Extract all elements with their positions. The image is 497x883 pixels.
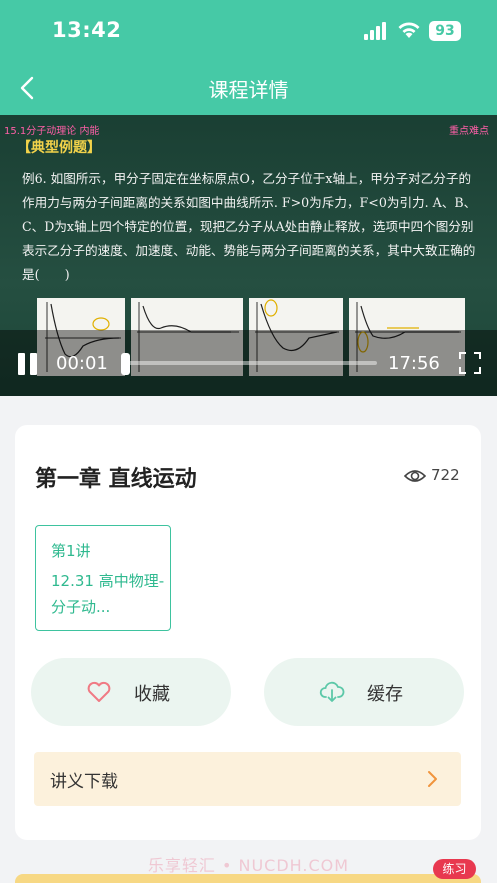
watermark-text: 乐享轻汇 • NUCDH.COM (147, 856, 350, 875)
chapter-title: 第一章 直线运动 (35, 467, 197, 492)
chevron-right-icon (428, 771, 437, 787)
fullscreen-icon[interactable] (458, 351, 482, 375)
heart-icon (87, 681, 111, 702)
nav-bar: 课程详情 (0, 62, 497, 115)
lesson-number: 第1讲 (51, 542, 91, 560)
video-progress-knob[interactable] (121, 353, 130, 375)
eye-icon (404, 470, 426, 482)
header-bar: 13:42 93 课程详情 (0, 0, 497, 115)
wifi-icon (398, 22, 420, 38)
handout-download-label: 讲义下载 (50, 772, 118, 792)
cellular-signal-icon (364, 22, 390, 40)
pause-icon[interactable] (17, 353, 39, 375)
video-total-time: 17:56 (388, 353, 440, 374)
page-title: 课程详情 (208, 78, 289, 102)
favorite-button[interactable]: 收藏 (31, 658, 231, 726)
video-player[interactable]: 15.1分子动理论 内能 重点难点 【典型例题】 例6. 如图所示，甲分子固定在… (0, 115, 497, 396)
practice-badge[interactable]: 练习 (433, 859, 476, 879)
video-topic-label: 15.1分子动理论 内能 (4, 126, 100, 137)
cache-label: 缓存 (367, 684, 403, 705)
bottom-action-bar (15, 874, 481, 883)
video-key-point-label: 重点难点 (449, 126, 489, 137)
favorite-label: 收藏 (134, 684, 170, 705)
battery-indicator: 93 (429, 21, 461, 41)
handout-download-row[interactable]: 讲义下载 (34, 752, 461, 806)
course-info-card: 第一章 直线运动 722 第1讲 12.31 高中物理-分子动... 收藏 缓存… (15, 425, 481, 840)
video-current-time: 00:01 (56, 353, 108, 374)
video-heading: 【典型例题】 (17, 140, 101, 156)
lesson-item[interactable]: 第1讲 12.31 高中物理-分子动... (35, 525, 171, 631)
view-count-value: 722 (431, 466, 460, 484)
video-question-text: 例6. 如图所示，甲分子固定在坐标原点O，乙分子位于x轴上，甲分子对乙分子的作用… (22, 171, 477, 282)
cloud-download-icon (319, 681, 345, 702)
status-time: 13:42 (52, 18, 122, 42)
video-progress-bar[interactable] (121, 361, 377, 365)
cache-button[interactable]: 缓存 (264, 658, 464, 726)
status-bar: 13:42 93 (0, 0, 497, 62)
lesson-name: 12.31 高中物理-分子动... (51, 572, 165, 616)
